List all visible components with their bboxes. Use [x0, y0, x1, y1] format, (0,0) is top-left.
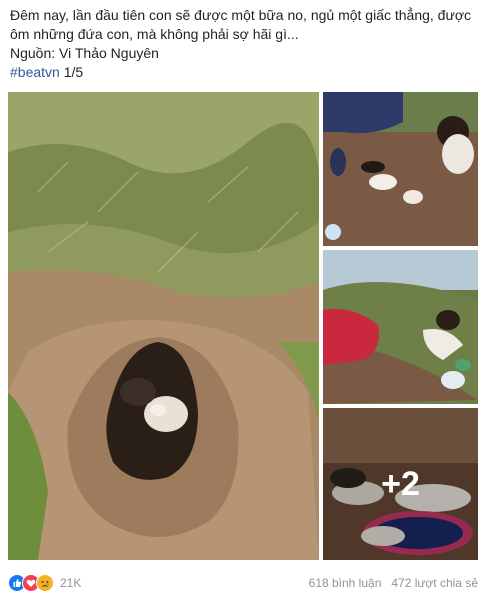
comments-count-link[interactable]: 618 bình luận [309, 576, 382, 590]
reactions-summary[interactable]: 21K [8, 574, 81, 592]
engagement-stats: 618 bình luận 472 lượt chia sẻ [309, 576, 478, 590]
post-caption-line-2: ôm những đứa con, mà không phải sợ hãi g… [10, 26, 299, 42]
photo-thumbnail-2[interactable] [323, 250, 478, 404]
hashtag-link[interactable]: #beatvn [10, 64, 60, 80]
photo-grid: +2 [0, 92, 486, 562]
post-footer: 21K 618 bình luận 472 lượt chia sẻ [8, 570, 478, 596]
shares-count-link[interactable]: 472 lượt chia sẻ [391, 576, 478, 590]
page-counter: 1/5 [63, 64, 84, 80]
sad-reaction-icon [36, 574, 54, 592]
reaction-count: 21K [60, 576, 82, 590]
photo-thumbnail-more[interactable]: +2 [323, 408, 478, 560]
main-photo-dog-den[interactable] [8, 92, 319, 560]
photo-thumbnail-1[interactable] [323, 92, 478, 246]
post-text: Đêm nay, lần đầu tiên con sẽ được một bữ… [10, 6, 480, 82]
more-photos-overlay[interactable]: +2 [323, 408, 478, 560]
post-caption-line-1: Đêm nay, lần đầu tiên con sẽ được một bữ… [10, 7, 472, 23]
post-hashtag-line: #beatvn 1/5 [10, 63, 480, 82]
post-source: Nguồn: Vi Thảo Nguyên [10, 45, 159, 61]
